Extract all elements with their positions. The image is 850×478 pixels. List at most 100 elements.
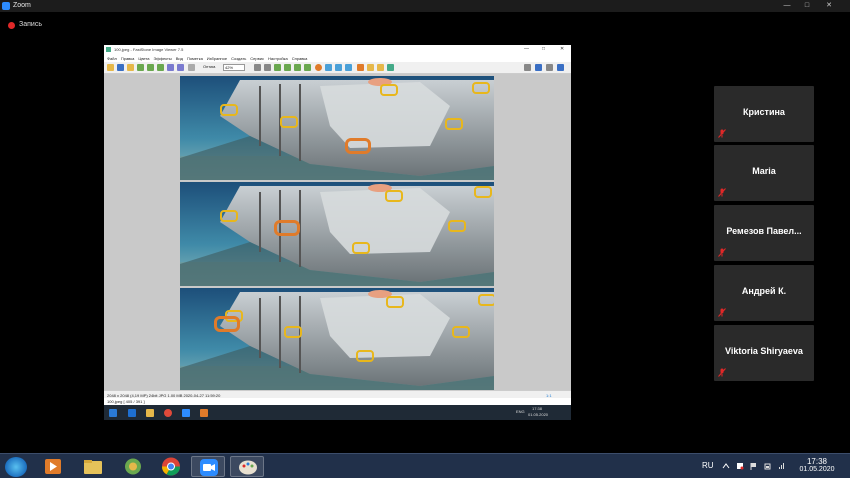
picture-viewer-icon [125, 458, 141, 475]
screenshot-icon[interactable] [387, 64, 394, 71]
adjust-icon[interactable] [304, 64, 311, 71]
flag-icon[interactable] [750, 462, 758, 470]
menu-tag[interactable]: Пометка [187, 56, 203, 61]
taskbar-app[interactable] [191, 456, 225, 477]
battery-icon[interactable] [764, 462, 772, 470]
participant-tile[interactable]: Кристина [714, 86, 814, 142]
diving-mask-icon [352, 242, 370, 254]
clock-time: 17:38 [806, 457, 828, 466]
fit-window-icon[interactable] [557, 64, 564, 71]
zoom-in-icon[interactable] [167, 64, 174, 71]
slideshow-icon[interactable] [325, 64, 332, 71]
odd-diving-mask-icon [345, 138, 371, 154]
edge-icon[interactable] [128, 409, 136, 417]
paint-icon [239, 460, 257, 475]
muted-mic-icon [718, 188, 726, 197]
odd-diving-mask-icon [274, 220, 300, 236]
image-viewer-taskbar-icon[interactable] [200, 409, 208, 417]
scan-icon[interactable] [367, 64, 374, 71]
maximize-icon[interactable]: □ [800, 0, 814, 12]
viewer-status-bar: 2048 x 2048 (4,19 MP) 24bit JPG 1.00 MB … [104, 390, 571, 398]
chevron-up-icon[interactable] [722, 462, 730, 470]
delete-icon[interactable] [345, 64, 352, 71]
participant-name: Ремезов Павел... [726, 226, 802, 236]
email-icon[interactable] [157, 64, 164, 71]
viewer-title: 100.jpeg - FastStone Image Viewer 7.5 [114, 47, 184, 52]
viewer-minimize-icon[interactable]: — [524, 46, 529, 52]
menu-help[interactable]: Справка [292, 56, 308, 61]
taskbar-clock[interactable]: 17:38 01.05.2020 [792, 457, 842, 473]
minimize-icon[interactable]: — [780, 0, 794, 12]
image-view[interactable] [104, 74, 571, 390]
compare-icon[interactable] [335, 64, 342, 71]
taskbar-app[interactable] [154, 456, 188, 477]
presenter-date: 01.05.2020 [528, 412, 549, 417]
menu-tools[interactable]: Сервис [250, 56, 264, 61]
participant-tile[interactable]: Viktoria Shiryaeva [714, 325, 814, 381]
viewer-menu-bar: Файл Правка Цвета Эффекты Вид Пометка Из… [104, 54, 571, 62]
chrome-icon[interactable] [164, 409, 172, 417]
menu-view[interactable]: Вид [176, 56, 183, 61]
menu-effects[interactable]: Эффекты [154, 56, 172, 61]
file-explorer-icon[interactable] [146, 409, 154, 417]
zoom-icon[interactable] [182, 409, 190, 417]
viewer-toolbar: Оптим. 42% [104, 62, 571, 74]
image-panel [180, 76, 494, 180]
fit-label[interactable]: Оптим. [203, 64, 216, 69]
taskbar-app[interactable] [230, 456, 264, 477]
menu-edit[interactable]: Правка [121, 56, 135, 61]
landscape-icon[interactable] [147, 64, 154, 71]
zoom-app-icon [200, 459, 218, 476]
diving-mask-icon [452, 326, 470, 338]
zoom-select[interactable]: 42% [223, 64, 245, 71]
close-icon[interactable]: ✕ [822, 0, 836, 12]
viewer-maximize-icon[interactable]: □ [542, 46, 545, 52]
windows-start-icon[interactable] [109, 409, 117, 417]
menu-settings[interactable]: Настройка [268, 56, 288, 61]
zoom-window-title: Zoom [13, 2, 31, 9]
view-mode-icon[interactable] [524, 64, 531, 71]
muted-mic-icon [718, 368, 726, 377]
diving-mask-icon [448, 220, 466, 232]
diving-mask-icon [356, 350, 374, 362]
browse-icon[interactable] [127, 64, 134, 71]
participant-tile[interactable]: Андрей К. [714, 265, 814, 321]
language-indicator[interactable]: RU [702, 461, 714, 470]
viewer-path-bar: 100.jpeg [ 405 / 391 ] [104, 398, 571, 405]
diving-mask-icon [284, 326, 302, 338]
print-icon[interactable] [357, 64, 364, 71]
zoom-out-icon[interactable] [177, 64, 184, 71]
taskbar-app[interactable] [116, 456, 150, 477]
diving-mask-icon [472, 82, 490, 94]
resize-icon[interactable] [294, 64, 301, 71]
presenter-language[interactable]: ENG [516, 409, 525, 414]
diving-mask-icon [445, 118, 463, 130]
browser-icon[interactable] [535, 64, 542, 71]
menu-colors[interactable]: Цвета [138, 56, 149, 61]
save-icon[interactable] [117, 64, 124, 71]
image-icon[interactable] [137, 64, 144, 71]
participant-tile[interactable]: Ремезов Павел... [714, 205, 814, 261]
actual-size-icon[interactable] [188, 64, 195, 71]
rotate-left-icon[interactable] [254, 64, 261, 71]
menu-file[interactable]: Файл [107, 56, 117, 61]
participant-tile[interactable]: Maria [714, 145, 814, 201]
menu-favorites[interactable]: Избранное [207, 56, 227, 61]
taskbar-app[interactable] [36, 456, 70, 477]
windows-start-button[interactable] [5, 457, 27, 477]
taskbar-app[interactable] [76, 456, 110, 477]
viewer-close-icon[interactable]: ✕ [560, 46, 564, 52]
image-panel [180, 182, 494, 286]
diving-mask-icon [385, 190, 403, 202]
rotate-right-icon[interactable] [264, 64, 271, 71]
signal-icon[interactable] [778, 462, 786, 470]
fullscreen-icon[interactable] [546, 64, 553, 71]
crop-icon[interactable] [284, 64, 291, 71]
action-center-icon[interactable] [736, 462, 744, 470]
color-icon[interactable] [315, 64, 322, 71]
menu-create[interactable]: Создать [231, 56, 246, 61]
record-icon [8, 22, 15, 29]
flip-icon[interactable] [274, 64, 281, 71]
open-folder-icon[interactable] [107, 64, 114, 71]
wallpaper-icon[interactable] [377, 64, 384, 71]
